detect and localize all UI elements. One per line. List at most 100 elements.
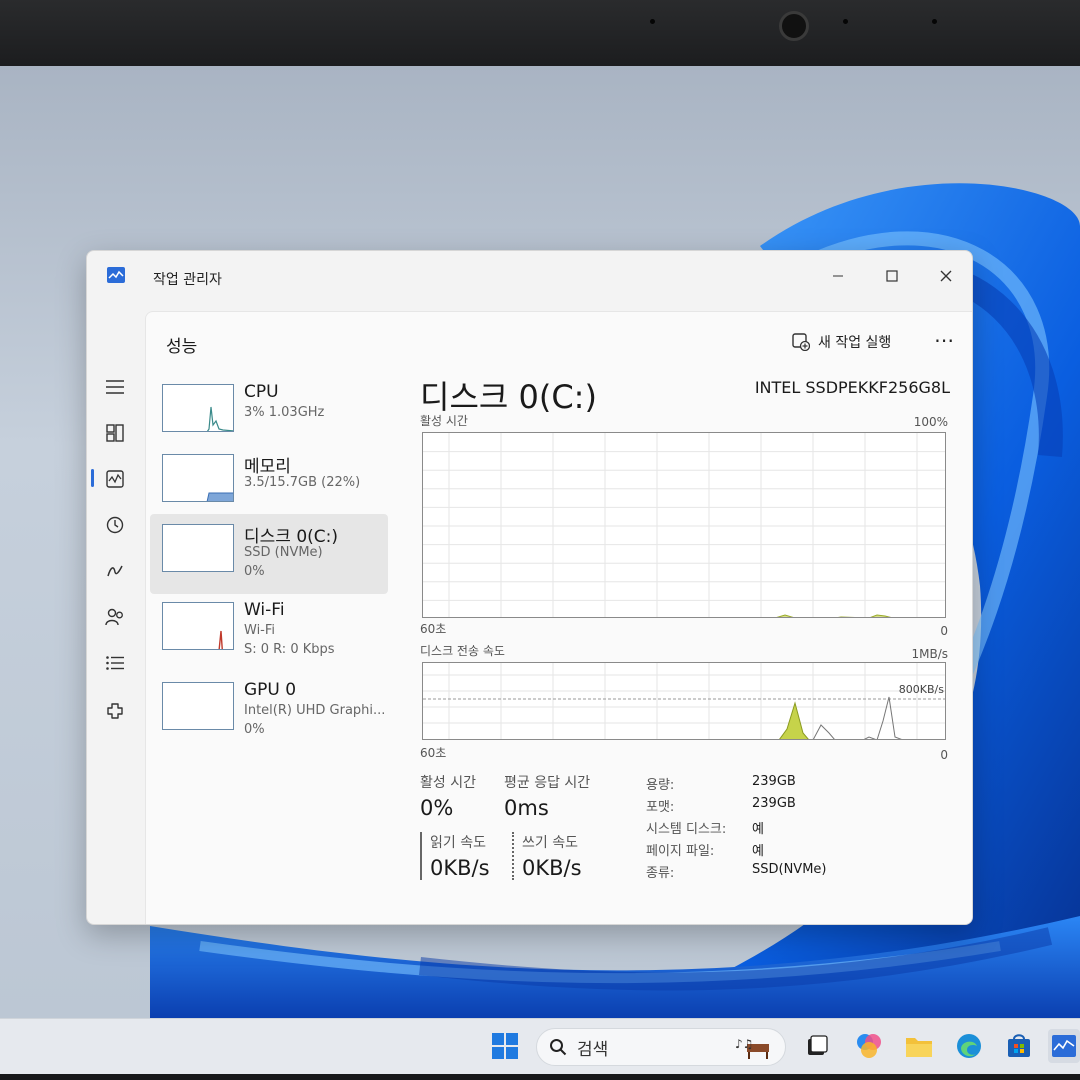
device-usage: 3.5/15.7GB (22%) (244, 475, 361, 490)
device-wifi[interactable]: Wi-Fi Wi-Fi S: 0 R: 0 Kbps (150, 592, 388, 672)
nav-services[interactable] (99, 695, 131, 727)
nav-performance[interactable] (99, 463, 131, 495)
users-icon (105, 608, 123, 626)
title-bar[interactable]: 작업 관리자 (87, 251, 972, 301)
task-manager-taskbar-button[interactable] (1048, 1029, 1080, 1063)
nav-details[interactable] (99, 647, 131, 679)
run-new-task-label: 새 작업 실행 (818, 335, 892, 351)
type-value: SSD(NVMe) (752, 862, 827, 877)
nav-app-history[interactable] (99, 509, 131, 541)
copilot-icon (857, 1034, 881, 1058)
sensor-dot (843, 19, 848, 24)
task-manager-window: 작업 관리자 성능 새 작업 실행 ⋯ CPU 3% 1.03GHz 메모리 3… (86, 250, 973, 925)
active-time-chart (422, 432, 946, 618)
disk-thumbnail-graph (162, 524, 234, 572)
processes-icon (106, 424, 124, 442)
task-view-button[interactable] (800, 1029, 834, 1063)
startup-apps-icon (107, 565, 123, 577)
transfer-rate-chart-label: 디스크 전송 속도 (420, 644, 505, 658)
store-icon (1008, 1034, 1030, 1057)
capacity-label: 용량: (646, 778, 675, 793)
page-title: 성능 (166, 337, 198, 357)
maximize-icon (886, 270, 898, 282)
menu-icon (106, 380, 124, 394)
device-disk-0[interactable]: 디스크 0(C:) SSD (NVMe) 0% (150, 514, 388, 594)
laptop-bottom-bezel (0, 1074, 1080, 1080)
write-speed-value: 0KB/s (522, 856, 582, 880)
capacity-value: 239GB (752, 774, 796, 789)
read-speed-legend-line (420, 832, 422, 880)
navigation-rail (87, 301, 145, 924)
search-placeholder: 검색 (577, 1039, 609, 1060)
services-icon (107, 703, 123, 719)
minimize-button[interactable] (821, 261, 855, 291)
close-icon (940, 270, 952, 282)
active-time-chart-max: 100% (913, 415, 948, 429)
device-name: Wi-Fi (244, 600, 285, 620)
start-button[interactable] (488, 1029, 522, 1063)
task-manager-icon (107, 267, 125, 283)
search-highlight-icon: ♪♫ (735, 1037, 769, 1059)
run-new-task-button[interactable]: 새 작업 실행 (792, 332, 891, 352)
device-memory[interactable]: 메모리 3.5/15.7GB (22%) (150, 444, 388, 524)
nav-startup-apps[interactable] (99, 555, 131, 587)
window-title: 작업 관리자 (153, 272, 222, 288)
taskbar: 검색 ♪♫ (0, 1018, 1080, 1074)
task-view-icon (808, 1035, 828, 1055)
system-disk-label: 시스템 디스크: (646, 822, 727, 837)
details-icon (106, 656, 124, 670)
svg-text:♪♫: ♪♫ (735, 1037, 753, 1051)
device-name: CPU (244, 382, 279, 402)
transfer-rate-chart-mid: 800KB/s (898, 683, 944, 696)
folder-icon (906, 1038, 932, 1057)
device-usage: 3% 1.03GHz (244, 405, 325, 420)
app-history-icon (106, 516, 124, 534)
more-options-button[interactable]: ⋯ (934, 328, 955, 352)
device-usage: 0% (244, 564, 265, 579)
windows-logo-icon (492, 1033, 518, 1059)
avg-response-label: 평균 응답 시간 (504, 775, 591, 791)
active-time-value: 0% (420, 796, 454, 820)
device-cpu[interactable]: CPU 3% 1.03GHz (150, 374, 388, 454)
write-speed-legend-line (512, 832, 514, 880)
file-explorer-button[interactable] (902, 1029, 936, 1063)
performance-pane: 성능 새 작업 실행 ⋯ CPU 3% 1.03GHz 메모리 3.5/15.7… (145, 311, 972, 924)
edge-browser-button[interactable] (952, 1029, 986, 1063)
close-button[interactable] (929, 261, 963, 291)
device-name: GPU 0 (244, 680, 297, 700)
system-disk-value: 예 (752, 822, 764, 837)
device-gpu-0[interactable]: GPU 0 Intel(R) UHD Graphi... 0% (150, 672, 388, 752)
cpu-thumbnail-graph (162, 384, 234, 432)
read-speed-label: 읽기 속도 (430, 835, 486, 851)
page-file-value: 예 (752, 844, 764, 859)
active-time-chart-min: 0 (940, 624, 948, 638)
laptop-bezel (0, 0, 1080, 66)
search-icon (550, 1039, 567, 1056)
maximize-button[interactable] (875, 261, 909, 291)
run-new-task-icon (792, 333, 810, 351)
memory-thumbnail-graph (162, 454, 234, 502)
format-value: 239GB (752, 796, 796, 811)
transfer-rate-chart-max: 1MB/s (911, 647, 948, 661)
nav-users[interactable] (99, 601, 131, 633)
copilot-button[interactable] (852, 1029, 886, 1063)
transfer-rate-chart-timespan: 60초 (420, 746, 447, 760)
active-indicator (91, 469, 94, 487)
device-throughput: S: 0 R: 0 Kbps (244, 642, 335, 657)
taskbar-search-box[interactable]: 검색 ♪♫ (536, 1028, 786, 1066)
nav-processes[interactable] (99, 417, 131, 449)
device-type: SSD (NVMe) (244, 545, 323, 560)
menu-button[interactable] (99, 371, 131, 403)
store-button[interactable] (1002, 1029, 1036, 1063)
task-manager-icon (1052, 1035, 1076, 1057)
active-time-chart-label: 활성 시간 (420, 414, 468, 428)
wifi-thumbnail-graph (162, 602, 234, 650)
transfer-rate-chart-min: 0 (940, 748, 948, 762)
minimize-icon (833, 275, 843, 277)
active-time-label: 활성 시간 (420, 775, 476, 791)
webcam (779, 11, 809, 41)
transfer-rate-chart (422, 662, 946, 740)
gpu-thumbnail-graph (162, 682, 234, 730)
device-adapter: Wi-Fi (244, 623, 276, 638)
edge-icon (957, 1034, 981, 1058)
